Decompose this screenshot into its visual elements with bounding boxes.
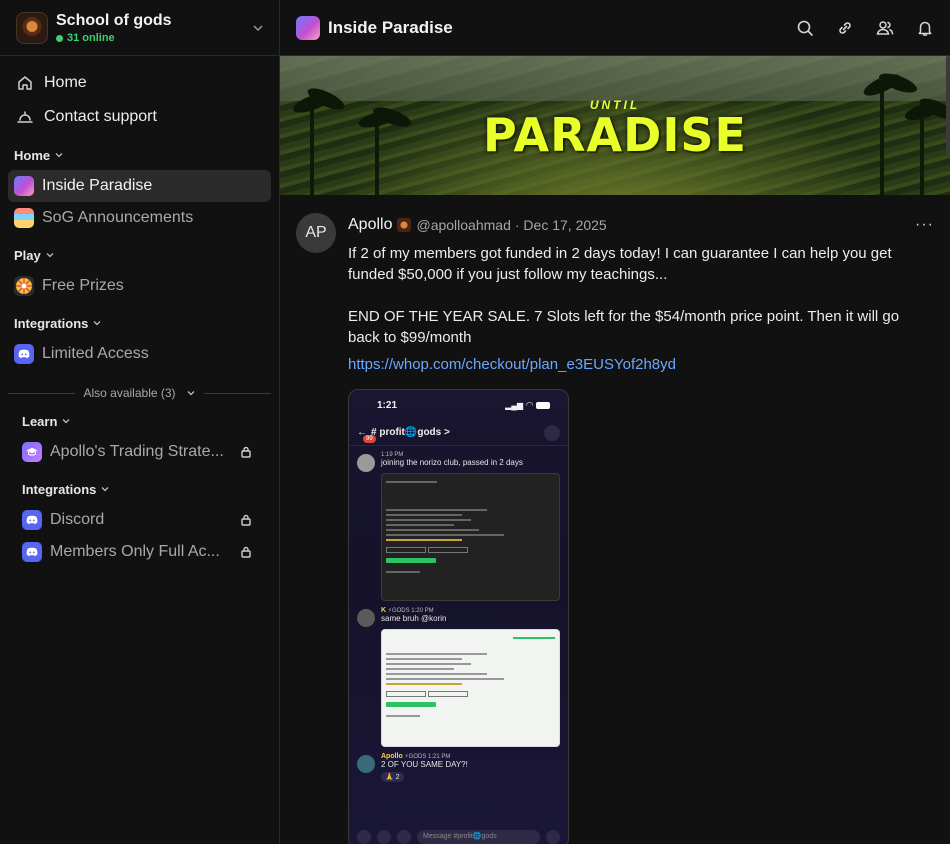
post-paragraph-1: If 2 of my members got funded in 2 days … [348, 245, 892, 283]
gift-icon [397, 830, 411, 844]
lock-icon [241, 546, 251, 558]
post-header: Apollo @apolloahmad · Dec 17, 2025 ··· [348, 213, 934, 237]
section-home[interactable]: Home [8, 146, 271, 164]
channel-inside-paradise[interactable]: Inside Paradise [8, 170, 271, 202]
chevron-down-icon[interactable] [251, 21, 265, 35]
post-image-screenshot[interactable]: 1:21 ▂▄▆ ◠ ← # profit🌐gods > 99 1:19 PM j… [348, 389, 569, 844]
phone-status-bar: 1:21 ▂▄▆ ◠ [349, 390, 568, 420]
microphone-icon [546, 830, 560, 844]
funded-account-screenshot [381, 473, 560, 601]
notification-bell-icon[interactable] [916, 19, 934, 37]
section-learn[interactable]: Learn [16, 412, 271, 430]
chevron-down-icon [93, 321, 101, 326]
channel-members-only-full-access[interactable]: Members Only Full Ac... [16, 536, 271, 568]
post-text: If 2 of my members got funded in 2 days … [348, 243, 934, 348]
home-icon [18, 76, 32, 90]
more-options-icon[interactable]: ··· [915, 216, 934, 234]
chevron-down-icon [55, 153, 63, 158]
battery-icon [536, 401, 550, 409]
section-play[interactable]: Play [8, 246, 271, 264]
unread-badge: 99 [363, 435, 376, 443]
also-available-divider[interactable]: Also available (3) [8, 386, 272, 400]
nav-contact-support[interactable]: Contact support [8, 100, 271, 134]
reaction-badge: 🙏 2 [381, 772, 404, 782]
workspace-name: School of gods [56, 12, 172, 29]
checkout-link[interactable]: https://whop.com/checkout/plan_e3EUSYof2… [348, 356, 934, 373]
channel-apollos-trading-strategy[interactable]: Apollo's Trading Strate... [16, 436, 271, 468]
discord-icon [22, 510, 42, 530]
lock-icon [241, 514, 251, 526]
channel-banner: UNTIL PARADISE [280, 56, 950, 195]
announcements-icon [14, 208, 34, 228]
chevron-down-icon [187, 391, 194, 396]
channel-discord[interactable]: Discord [16, 504, 271, 536]
main-content: Inside Paradise UNTIL PARADISE AP Apollo… [280, 0, 950, 844]
discord-icon [14, 344, 34, 364]
channel-sog-announcements[interactable]: SoG Announcements [8, 202, 271, 234]
search-icon[interactable] [796, 19, 814, 37]
online-count: 31 online [56, 32, 251, 44]
phone-message: K ⚡GODS 1:20 PM same bruh @korin [349, 601, 568, 747]
section-integrations-locked[interactable]: Integrations [16, 480, 271, 498]
channel-header: Inside Paradise [280, 0, 950, 56]
members-icon[interactable] [876, 19, 894, 37]
search-icon [544, 424, 560, 441]
chevron-down-icon [46, 253, 54, 258]
workspace-badge-icon [397, 218, 412, 232]
link-icon[interactable] [836, 19, 854, 37]
avatar [357, 755, 375, 773]
avatar[interactable]: AP [296, 213, 336, 253]
discord-icon [22, 542, 42, 562]
sidebar: School of gods 31 online Home Contact su… [0, 0, 280, 844]
phone-channel-bar: ← # profit🌐gods > [349, 420, 568, 446]
online-dot-icon [56, 34, 63, 42]
nav-home-label: Home [44, 74, 87, 91]
paradise-icon [296, 15, 320, 40]
post-date: · Dec 17, 2025 [514, 217, 607, 233]
plus-icon [357, 830, 371, 844]
avatar [357, 454, 375, 472]
apps-icon [377, 830, 391, 844]
avatar [357, 609, 375, 627]
chevron-down-icon [101, 487, 109, 492]
channel-limited-access[interactable]: Limited Access [8, 338, 271, 370]
scrollbar[interactable] [946, 56, 950, 156]
post-paragraph-2: END OF THE YEAR SALE. 7 Slots left for t… [348, 308, 900, 346]
banner-title: PARADISE [483, 108, 747, 162]
funded-account-screenshot [381, 629, 560, 747]
chevron-down-icon [62, 419, 70, 424]
paradise-icon [14, 176, 34, 196]
workspace-logo [16, 11, 48, 44]
nav-contact-support-label: Contact support [44, 108, 157, 125]
phone-message: 1:19 PM joining the norizo club, passed … [349, 446, 568, 601]
workspace-header[interactable]: School of gods 31 online [0, 0, 279, 56]
post-author[interactable]: Apollo [348, 216, 392, 234]
graduation-cap-icon [22, 442, 42, 462]
phone-message: Apollo ⚡GODS 1:21 PM 2 OF YOU SAME DAY?!… [349, 747, 568, 782]
phone-message-input: Message #profit🌐gods [349, 826, 568, 844]
nav-home[interactable]: Home [8, 66, 271, 100]
lock-icon [241, 446, 251, 458]
prize-wheel-icon [14, 276, 34, 296]
post-handle: @apolloahmad [416, 217, 511, 233]
channel-title: Inside Paradise [328, 17, 453, 37]
channel-free-prizes[interactable]: Free Prizes [8, 270, 271, 302]
section-integrations[interactable]: Integrations [8, 314, 271, 332]
bell-icon [17, 111, 33, 123]
also-available-label: Also available (3) [83, 386, 176, 400]
post: AP Apollo @apolloahmad · Dec 17, 2025 ··… [280, 195, 950, 844]
